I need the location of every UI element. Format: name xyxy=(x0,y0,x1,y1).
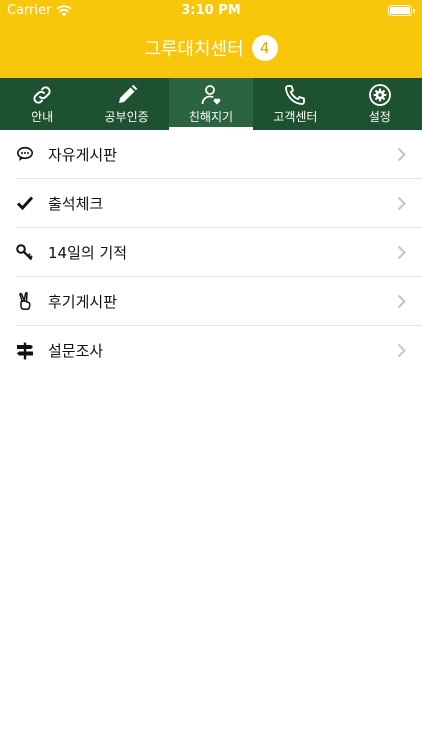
page-title: 그루대치센터 xyxy=(144,39,244,60)
chevron-right-icon xyxy=(397,147,406,162)
menu-item-review-board[interactable]: 후기게시판 xyxy=(16,277,422,326)
signpost-icon xyxy=(16,342,34,360)
menu-item-label: 설문조사 xyxy=(48,342,104,360)
chevron-right-icon xyxy=(397,294,406,309)
battery-icon xyxy=(388,5,415,16)
tab-study-verify[interactable]: 공부인증 xyxy=(84,78,168,130)
status-bar: Carrier 3:10 PM xyxy=(0,0,422,22)
tab-study-verify-label: 공부인증 xyxy=(104,110,149,124)
victory-hand-icon xyxy=(16,292,34,310)
status-time: 3:10 PM xyxy=(181,3,241,18)
pencil-icon xyxy=(118,84,137,103)
chevron-right-icon xyxy=(397,245,406,260)
tab-customer-center-label: 고객센터 xyxy=(273,110,318,124)
header: Carrier 3:10 PM 그루대치센터 4 xyxy=(0,0,422,78)
tab-make-friends[interactable]: 친해지기 xyxy=(168,78,254,130)
menu-list: 자유게시판 출석체크 14일의 기적 후기게시판 설문조사 xyxy=(0,130,422,375)
speech-bubble-icon xyxy=(16,145,34,163)
menu-item-label: 후기게시판 xyxy=(48,292,118,311)
tab-bar: 안내 공부인증 친해지기 고객센터 설정 xyxy=(0,78,422,130)
chevron-right-icon xyxy=(397,343,406,358)
checkmark-icon xyxy=(16,194,34,212)
person-heart-icon xyxy=(201,85,221,105)
key-icon xyxy=(16,243,34,261)
tab-settings[interactable]: 설정 xyxy=(338,78,422,130)
nav-title-bar: 그루대치센터 4 xyxy=(0,34,422,62)
chevron-right-icon xyxy=(397,196,406,211)
phone-icon xyxy=(285,85,306,105)
menu-item-survey[interactable]: 설문조사 xyxy=(16,326,422,375)
link-icon xyxy=(33,86,51,104)
menu-item-label: 자유게시판 xyxy=(48,145,118,164)
menu-item-free-board[interactable]: 자유게시판 xyxy=(16,130,422,179)
tab-make-friends-label: 친해지기 xyxy=(188,110,234,124)
menu-item-14-day-miracle[interactable]: 14일의 기적 xyxy=(16,228,422,277)
battery-fill xyxy=(390,7,410,14)
menu-item-label: 출석체크 xyxy=(48,194,104,213)
menu-item-attendance-check[interactable]: 출석체크 xyxy=(16,179,422,228)
tab-settings-label: 설정 xyxy=(368,110,391,124)
count-badge: 4 xyxy=(251,35,278,61)
tab-info-label: 안내 xyxy=(31,110,54,124)
tab-customer-center[interactable]: 고객센터 xyxy=(253,78,337,130)
tab-info[interactable]: 안내 xyxy=(0,78,84,130)
menu-item-label: 14일의 기적 xyxy=(48,243,128,262)
gear-icon xyxy=(368,84,391,106)
